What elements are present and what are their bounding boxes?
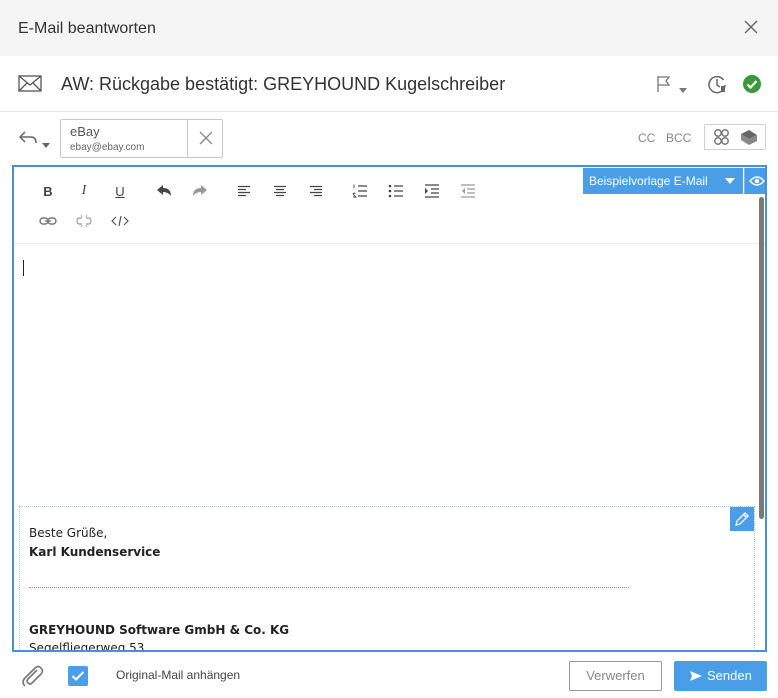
send-button[interactable]: Senden (674, 661, 767, 691)
unordered-list-icon (388, 184, 403, 198)
attach-original-checkbox[interactable] (68, 666, 88, 686)
align-right-button[interactable] (306, 181, 326, 201)
address-book-icon (714, 129, 757, 145)
check-icon (71, 671, 85, 681)
subject-text: AW: Rückgabe bestätigt: GREYHOUND Kugels… (61, 74, 506, 94)
reply-dialog: E-Mail beantworten AW: Rückgabe bestätig… (0, 0, 778, 698)
source-code-button[interactable] (110, 211, 130, 231)
signature-company: GREYHOUND Software GmbH & Co. KG (29, 623, 290, 637)
ordered-list-icon (352, 184, 367, 198)
indent-icon (425, 184, 439, 198)
align-left-icon (238, 185, 250, 197)
ordered-list-button[interactable] (350, 181, 370, 201)
signature-sender: Karl Kundenservice (29, 545, 161, 559)
signature-greeting: Beste Grüße, (29, 526, 108, 540)
send-button-label: Senden (707, 668, 752, 683)
recipient-row: eBay ebay@ebay.com CC BCC (0, 112, 778, 164)
address-book-button[interactable] (704, 124, 766, 150)
outdent-button[interactable] (458, 181, 478, 201)
recipient-email: ebay@ebay.com (70, 142, 145, 153)
check-circle-icon[interactable] (742, 74, 762, 99)
link-icon (39, 217, 57, 225)
signature-block: Beste Grüße, Karl Kundenservice GREYHOUN… (19, 506, 755, 652)
dialog-footer: Original-Mail anhängen Verwerfen Senden (0, 652, 778, 698)
paperclip-icon[interactable] (18, 661, 46, 694)
remove-link-button[interactable] (74, 211, 94, 231)
recipient-chip[interactable]: eBay ebay@ebay.com (60, 119, 223, 158)
envelope-icon (18, 74, 42, 99)
close-icon (199, 131, 213, 145)
discard-button[interactable]: Verwerfen (569, 661, 662, 691)
unlink-icon (76, 214, 92, 228)
flag-icon[interactable] (655, 75, 673, 98)
align-left-button[interactable] (234, 181, 254, 201)
bold-button[interactable]: B (38, 181, 58, 201)
signature-divider (29, 587, 629, 588)
italic-button[interactable]: I (74, 181, 94, 201)
message-editor[interactable]: B I U Beispielvorlage E-Mail Beste Grüße… (12, 165, 767, 652)
subject-row: AW: Rückgabe bestätigt: GREYHOUND Kugels… (0, 56, 778, 112)
remove-recipient-button[interactable] (187, 120, 223, 157)
template-preview-button[interactable] (744, 168, 765, 194)
reply-mode-caret-icon[interactable] (42, 136, 50, 154)
redo-icon (193, 185, 207, 196)
insert-link-button[interactable] (38, 211, 58, 231)
editor-scrollbar[interactable] (759, 197, 764, 519)
pencil-icon (735, 512, 749, 526)
underline-button[interactable]: U (110, 181, 130, 201)
text-cursor (23, 260, 24, 276)
recipient-name: eBay (70, 124, 100, 139)
eye-icon (749, 176, 765, 186)
dialog-title: E-Mail beantworten (18, 20, 156, 37)
unordered-list-button[interactable] (386, 181, 406, 201)
reply-icon[interactable] (18, 130, 38, 151)
dialog-titlebar: E-Mail beantworten (0, 0, 778, 56)
align-center-button[interactable] (270, 181, 290, 201)
close-icon[interactable] (742, 18, 760, 36)
align-center-icon (274, 185, 286, 197)
cc-toggle[interactable]: CC (638, 131, 655, 145)
align-right-icon (310, 185, 322, 197)
edit-signature-button[interactable] (730, 507, 754, 531)
flag-dropdown-caret-icon[interactable] (679, 81, 687, 99)
chevron-down-icon (725, 178, 735, 184)
attach-original-label: Original-Mail anhängen (116, 668, 241, 682)
bcc-toggle[interactable]: BCC (666, 131, 691, 145)
undo-button[interactable] (154, 181, 174, 201)
outdent-icon (461, 184, 475, 198)
redo-button[interactable] (190, 181, 210, 201)
template-dropdown[interactable]: Beispielvorlage E-Mail (583, 168, 743, 194)
clock-icon[interactable] (707, 74, 727, 99)
send-icon (690, 671, 702, 681)
template-dropdown-label: Beispielvorlage E-Mail (589, 174, 708, 188)
signature-street: Segelfliegerweg 53 (29, 641, 145, 652)
undo-icon (157, 185, 171, 196)
code-icon (111, 215, 129, 227)
indent-button[interactable] (422, 181, 442, 201)
